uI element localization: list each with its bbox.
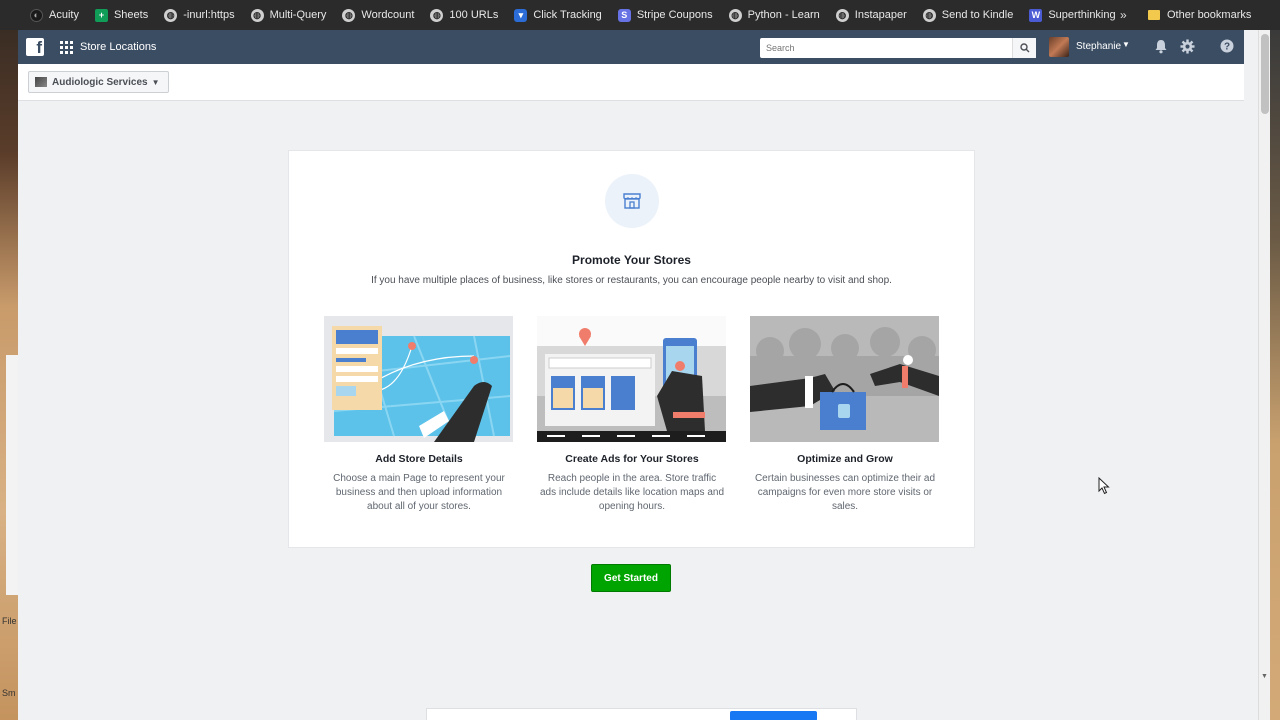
feature-description: Reach people in the area. Store traffic …	[540, 473, 724, 512]
facebook-top-nav: f Store Locations Stephanie ▼	[18, 30, 1244, 64]
chevron-down-icon: ▼	[151, 77, 160, 87]
bottom-dialog-partial	[426, 708, 857, 720]
background-window-edge	[6, 355, 18, 595]
bookmark-sheets[interactable]: + Sheets	[94, 8, 148, 22]
desktop-label: File	[2, 616, 17, 626]
folder-icon	[1148, 10, 1160, 20]
svg-text:?: ?	[1224, 42, 1230, 53]
globe-icon: ◍	[835, 8, 849, 22]
bookmark-superthinking[interactable]: W Superthinking	[1029, 8, 1116, 22]
page-title[interactable]: Store Locations	[80, 41, 156, 53]
feature-title: Optimize and Grow	[797, 453, 893, 465]
desktop-label: Sm	[2, 688, 16, 698]
bookmark-instapaper[interactable]: ◍ Instapaper	[835, 8, 907, 22]
search-box	[760, 38, 1036, 58]
help-icon[interactable]: ?	[1220, 39, 1234, 53]
acuity-icon: ◐	[30, 8, 43, 22]
bookmarks-overflow-button[interactable]: »	[1120, 8, 1127, 22]
feature-add-store-details: Add Store Details Choose a main Page to …	[324, 316, 514, 514]
search-icon	[1019, 43, 1029, 53]
gear-icon[interactable]	[1180, 39, 1195, 54]
w-icon: W	[1029, 8, 1043, 22]
search-button[interactable]	[1012, 38, 1036, 58]
feature-title: Create Ads for Your Stores	[565, 453, 699, 465]
stripe-icon: S	[617, 8, 631, 22]
globe-icon: ◍	[250, 8, 264, 22]
bookmark-wordcount[interactable]: ◍ Wordcount	[342, 8, 414, 22]
bookmark-python-learn[interactable]: ◍ Python - Learn	[728, 8, 820, 22]
feature-create-ads: Create Ads for Your Stores Reach people …	[537, 316, 727, 514]
facebook-logo-icon[interactable]: f	[26, 38, 44, 57]
page-selector-dropdown[interactable]: Audiologic Services ▼	[28, 71, 169, 93]
scroll-down-arrow-icon[interactable]: ▼	[1261, 673, 1268, 680]
get-started-button[interactable]: Get Started	[591, 564, 671, 592]
globe-icon: ◍	[342, 8, 356, 22]
bookmark-click-tracking[interactable]: ▾ Click Tracking	[514, 8, 602, 22]
bookmark-multi-query[interactable]: ◍ Multi-Query	[250, 8, 326, 22]
other-bookmarks-button[interactable]: Other bookmarks	[1148, 0, 1251, 30]
promote-stores-card: Promote Your Stores If you have multiple…	[288, 150, 975, 548]
user-name[interactable]: Stephanie	[1076, 41, 1121, 52]
chevron-down-icon[interactable]: ▼	[1122, 40, 1130, 49]
shopping-bag-illustration	[750, 316, 939, 442]
page-selector-bar: Audiologic Services ▼	[18, 64, 1244, 101]
map-illustration	[324, 316, 513, 442]
globe-icon: ◍	[728, 8, 742, 22]
bookmark-inurl[interactable]: ◍ -inurl:https	[164, 8, 235, 22]
bookmark-acuity[interactable]: ◐ Acuity	[30, 8, 79, 22]
page-thumbnail	[35, 77, 47, 87]
feature-description: Certain businesses can optimize their ad…	[754, 473, 936, 512]
bookmark-100-urls[interactable]: ◍ 100 URLs	[430, 8, 498, 22]
search-input[interactable]	[760, 38, 1012, 58]
feature-optimize-grow: Optimize and Grow Certain businesses can…	[750, 316, 940, 514]
bookmark-send-to-kindle[interactable]: ◍ Send to Kindle	[922, 8, 1013, 22]
feature-description: Choose a main Page to represent your bus…	[333, 473, 505, 512]
feature-title: Add Store Details	[375, 453, 463, 465]
shield-icon: ▾	[514, 8, 528, 22]
globe-icon: ◍	[164, 8, 178, 22]
bell-icon[interactable]	[1154, 39, 1168, 54]
globe-icon: ◍	[922, 8, 936, 22]
store-front-illustration	[537, 316, 726, 442]
store-icon-circle	[605, 174, 659, 228]
apps-grid-icon[interactable]	[60, 40, 73, 54]
bookmarks-bar: ◐ Acuity + Sheets ◍ -inurl:https ◍ Multi-Que…	[0, 0, 1280, 30]
promo-title: Promote Your Stores	[572, 253, 691, 267]
promo-subtitle: If you have multiple places of business,…	[371, 275, 892, 286]
vertical-scrollbar[interactable]: ▼	[1258, 30, 1270, 720]
globe-icon: ◍	[430, 8, 444, 22]
browser-viewport: f Store Locations Stephanie ▼	[18, 30, 1258, 720]
bookmark-stripe-coupons[interactable]: S Stripe Coupons	[617, 8, 713, 22]
bottom-dialog-button[interactable]	[730, 711, 817, 720]
desktop-background-left: File Sm	[0, 30, 18, 720]
store-icon	[623, 193, 641, 209]
avatar[interactable]	[1049, 37, 1069, 57]
scrollbar-thumb[interactable]	[1261, 34, 1269, 114]
sheets-icon: +	[94, 8, 108, 22]
mouse-cursor-icon	[1098, 477, 1110, 495]
